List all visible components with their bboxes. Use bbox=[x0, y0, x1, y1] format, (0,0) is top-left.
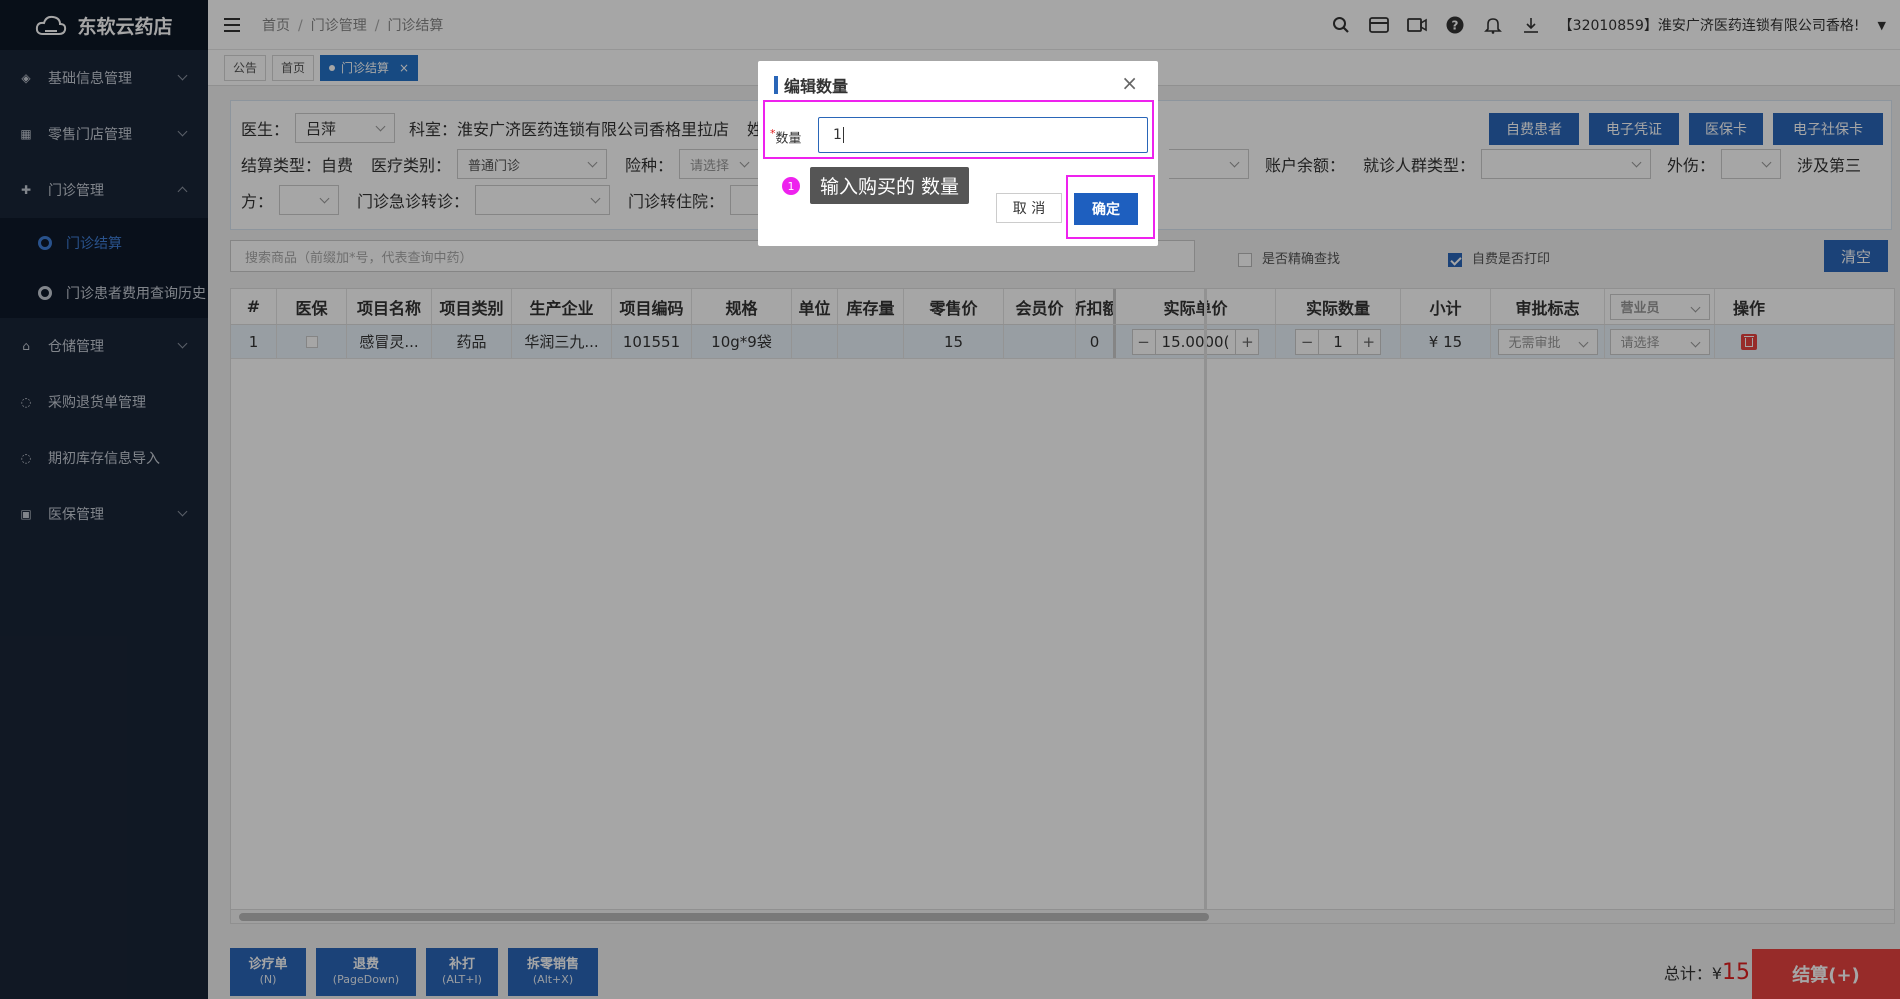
text-cursor bbox=[842, 127, 844, 143]
close-icon[interactable]: × bbox=[1121, 71, 1138, 95]
quantity-field[interactable]: 1 bbox=[818, 117, 1148, 153]
quantity-label: *数量 bbox=[770, 127, 802, 147]
edit-quantity-dialog: 编辑数量 × *数量 1 取 消 确定 bbox=[758, 61, 1158, 246]
ok-button[interactable]: 确定 bbox=[1074, 193, 1138, 225]
guide-tooltip: 输入购买的 数量 bbox=[810, 167, 970, 204]
cancel-button[interactable]: 取 消 bbox=[996, 193, 1062, 223]
step-number-badge: 1 bbox=[782, 177, 800, 195]
dialog-title: 编辑数量 bbox=[774, 73, 848, 97]
